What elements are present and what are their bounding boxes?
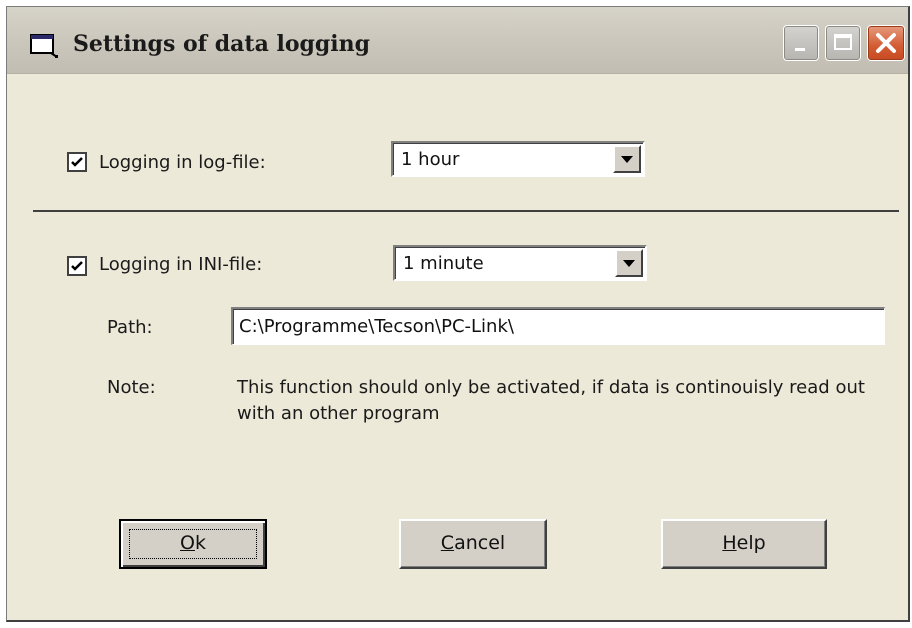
path-input[interactable]: C:\Programme\Tecson\PC-Link\	[231, 307, 885, 345]
note-text: This function should only be activated, …	[237, 377, 865, 424]
minimize-icon	[795, 48, 805, 51]
note-label: Note:	[107, 377, 156, 398]
logfile-label: Logging in log-file:	[99, 152, 266, 173]
path-label: Path:	[107, 317, 153, 338]
close-icon	[876, 33, 896, 53]
help-mnemonic: H	[722, 532, 737, 554]
cancel-label-rest: ancel	[454, 532, 506, 554]
inifile-interval-select[interactable]: 1 minute	[393, 245, 647, 281]
logfile-checkbox[interactable]	[67, 152, 87, 172]
checkmark-icon	[71, 261, 83, 271]
section-divider	[33, 210, 899, 212]
ok-button[interactable]: Ok	[119, 519, 267, 569]
window-title: Settings of data logging	[73, 31, 371, 57]
help-button[interactable]: Help	[661, 519, 827, 569]
maximize-icon	[834, 34, 852, 50]
minimize-button[interactable]	[783, 25, 819, 61]
logfile-interval-value: 1 hour	[401, 149, 460, 170]
chevron-down-icon	[623, 260, 635, 267]
inifile-interval-value: 1 minute	[403, 253, 484, 274]
close-button[interactable]	[867, 25, 905, 61]
cancel-mnemonic: C	[440, 532, 455, 554]
maximize-button[interactable]	[825, 25, 861, 61]
title-bar[interactable]: Settings of data logging	[7, 7, 908, 74]
chevron-down-icon	[621, 156, 633, 163]
focus-rectangle	[129, 529, 257, 559]
inifile-dropdown-button[interactable]	[615, 249, 643, 277]
logfile-interval-select[interactable]: 1 hour	[391, 141, 645, 177]
settings-dialog: Settings of data logging Logging in log-…	[6, 6, 910, 622]
logfile-dropdown-button[interactable]	[613, 145, 641, 173]
checkmark-icon	[71, 157, 83, 167]
cancel-button[interactable]: Cancel	[399, 519, 547, 569]
window-icon	[29, 33, 61, 59]
help-label-rest: elp	[736, 532, 766, 554]
inifile-checkbox[interactable]	[67, 256, 87, 276]
inifile-label: Logging in INI-file:	[99, 254, 263, 275]
